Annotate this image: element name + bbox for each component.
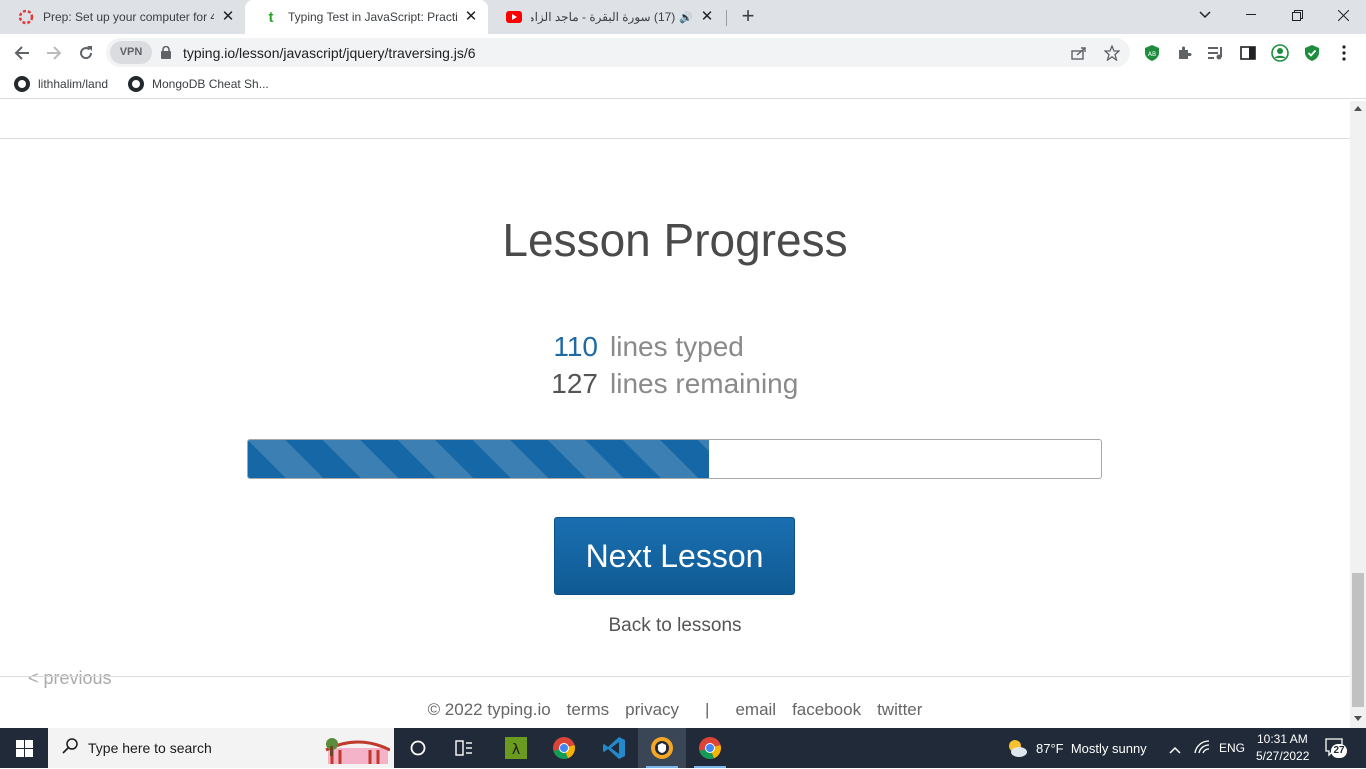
network-wifi-icon[interactable]: [1194, 740, 1210, 759]
windows-logo-icon: [15, 739, 33, 757]
lines-typed-count: 110: [553, 331, 598, 362]
previous-link[interactable]: < previous: [28, 668, 112, 689]
back-to-lessons-text[interactable]: Back to lessons: [608, 615, 741, 636]
site-footer: © 2022 typing.io terms privacy | email f…: [0, 700, 1350, 720]
twitter-link[interactable]: twitter: [877, 700, 922, 720]
scroll-down-arrow-icon[interactable]: [1354, 716, 1362, 721]
close-window-button[interactable]: [1320, 0, 1366, 30]
tab-separator: [726, 10, 727, 26]
github-icon: [14, 76, 30, 92]
lock-icon[interactable]: [161, 45, 171, 64]
weather-text[interactable]: 87°F Mostly sunny: [1036, 741, 1147, 756]
new-tab-button[interactable]: +: [736, 5, 760, 29]
vpn-badge[interactable]: VPN: [110, 41, 152, 64]
security-shield-icon[interactable]: [1302, 43, 1322, 63]
back-to-lessons-link: Back to lessons: [0, 615, 1350, 637]
facebook-link[interactable]: facebook: [792, 700, 861, 720]
start-button[interactable]: [0, 728, 48, 768]
minimize-button[interactable]: [1228, 0, 1274, 30]
task-view-icon[interactable]: [440, 728, 488, 768]
close-tab-icon[interactable]: ✕: [699, 9, 715, 25]
search-icon: [62, 737, 78, 759]
tab-favicon-icon: [18, 9, 34, 25]
show-hidden-icons-chevron-icon[interactable]: [1169, 741, 1181, 759]
tab-title: (17) سورة البقرة - ماجد الزامل: [531, 10, 676, 24]
privacy-link[interactable]: privacy: [625, 700, 679, 720]
page-scrollbar[interactable]: [1350, 101, 1366, 728]
bookmark-star-icon[interactable]: [1103, 44, 1121, 62]
search-placeholder: Type here to search: [88, 740, 212, 756]
github-icon: [128, 76, 144, 92]
chrome-icon[interactable]: [686, 728, 734, 768]
lines-remaining-row: 127 lines remaining: [548, 365, 798, 402]
search-highlight-illustration-icon: [318, 732, 391, 764]
tab-strip: Prep: Set up your computer for 4 ✕ t Typ…: [0, 0, 1366, 34]
url-text[interactable]: typing.io/lesson/javascript/jquery/trave…: [183, 45, 476, 61]
terminal-app-icon[interactable]: λ: [492, 728, 540, 768]
svg-text:AB: AB: [1148, 51, 1156, 58]
footer-divider: [0, 676, 1350, 677]
copyright-text: © 2022 typing.io: [427, 700, 551, 719]
page-title: Lesson Progress: [502, 214, 848, 266]
notifications-icon[interactable]: 27: [1325, 738, 1347, 758]
chrome-menu-icon[interactable]: [1334, 43, 1354, 63]
vpn-browser-icon[interactable]: [638, 728, 686, 768]
address-bar[interactable]: VPN typing.io/lesson/javascript/jquery/t…: [106, 38, 1130, 67]
bookmark-label: lithhalim/land: [38, 77, 109, 91]
audio-playing-icon[interactable]: 🔊: [679, 11, 693, 24]
tab-title: Prep: Set up your computer for 4: [43, 10, 214, 24]
clock-time[interactable]: 10:31 AM: [1257, 732, 1308, 746]
extensions-puzzle-icon[interactable]: [1174, 43, 1194, 63]
header-divider: [0, 138, 1350, 139]
tab-youtube[interactable]: (17) سورة البقرة - ماجد الزامل 🔊 ✕: [488, 0, 724, 34]
cortana-icon[interactable]: [394, 728, 442, 768]
lines-typed-row: 110 lines typed: [548, 328, 798, 365]
terms-link[interactable]: terms: [567, 700, 610, 720]
media-control-icon[interactable]: [1206, 43, 1226, 63]
reload-button[interactable]: [73, 40, 99, 66]
forward-button[interactable]: [41, 40, 67, 66]
lines-remaining-label: lines remaining: [610, 368, 799, 399]
email-link[interactable]: email: [735, 700, 776, 720]
next-lesson-button[interactable]: Next Lesson: [554, 517, 795, 595]
close-tab-icon[interactable]: ✕: [463, 9, 479, 25]
chrome-icon[interactable]: [540, 728, 588, 768]
restore-button[interactable]: [1274, 0, 1320, 30]
bookmark-label: MongoDB Cheat Sh...: [152, 77, 269, 91]
browser-toolbar: VPN typing.io/lesson/javascript/jquery/t…: [0, 34, 1366, 71]
adblock-extension-icon[interactable]: AB: [1142, 43, 1162, 63]
svg-text:λ: λ: [512, 742, 520, 758]
lines-typed-label: lines typed: [610, 331, 744, 362]
bookmark-mongodb-cheat-sheet[interactable]: MongoDB Cheat Sh...: [128, 76, 269, 92]
footer-separator: |: [705, 700, 710, 719]
notification-count: 27: [1331, 744, 1347, 758]
input-language[interactable]: ENG: [1219, 741, 1245, 755]
scroll-up-arrow-icon[interactable]: [1354, 106, 1362, 111]
bookmark-lithhalim-land[interactable]: lithhalim/land: [14, 76, 108, 92]
lesson-stats: 110 lines typed 127 lines remaining: [548, 328, 798, 402]
share-icon[interactable]: [1070, 44, 1088, 62]
bookmarks-bar: lithhalim/land MongoDB Cheat Sh...: [0, 71, 1366, 99]
tab-search-button[interactable]: [1182, 0, 1228, 30]
tab-title: Typing Test in JavaScript: Practice: [288, 10, 457, 24]
weather-icon[interactable]: [1006, 738, 1028, 763]
page-content: Lesson Progress 110 lines typed 127 line…: [0, 101, 1350, 728]
profile-avatar-icon[interactable]: [1270, 43, 1290, 63]
back-button[interactable]: [9, 40, 35, 66]
typing-io-favicon-icon: t: [268, 8, 274, 26]
lines-remaining-count: 127: [551, 368, 598, 399]
windows-taskbar: Type here to search λ 87°F Mostly sunny …: [0, 728, 1366, 768]
scrollbar-thumb[interactable]: [1352, 573, 1364, 707]
lesson-progress-bar: [247, 439, 1102, 479]
progress-bar-fill: [248, 440, 709, 478]
vscode-icon[interactable]: [590, 728, 638, 768]
tab-typing-test[interactable]: t Typing Test in JavaScript: Practice ✕: [245, 0, 488, 34]
side-panel-icon[interactable]: [1238, 43, 1258, 63]
close-tab-icon[interactable]: ✕: [220, 9, 236, 25]
youtube-icon: [506, 9, 522, 25]
clock-date[interactable]: 5/27/2022: [1256, 749, 1309, 763]
taskbar-search-box[interactable]: Type here to search: [48, 728, 394, 768]
tab-prep[interactable]: Prep: Set up your computer for 4 ✕: [0, 0, 245, 34]
